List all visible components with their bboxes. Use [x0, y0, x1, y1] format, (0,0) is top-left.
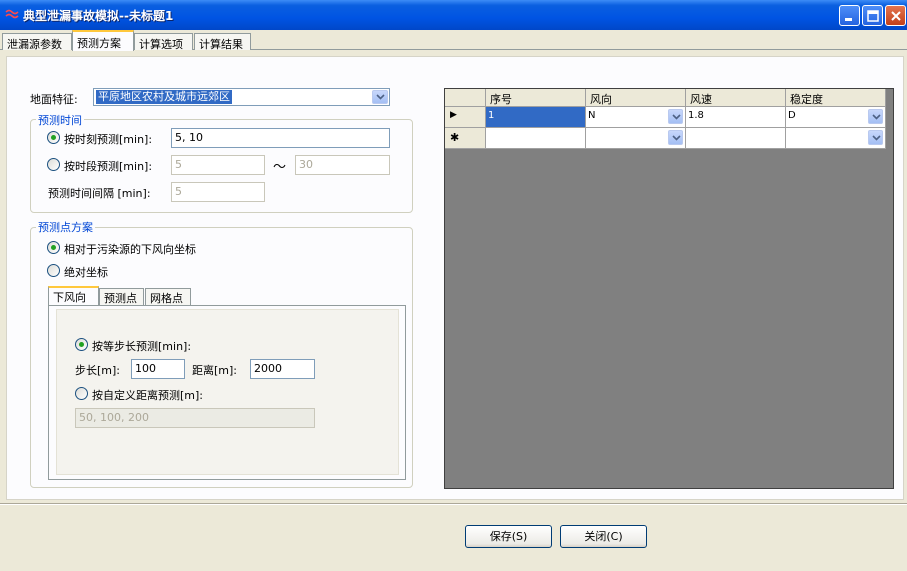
grid-cell-wind-speed[interactable]: 1.8 — [686, 107, 786, 128]
tab-prediction-plan[interactable]: 预测方案 — [72, 30, 134, 51]
title-bar[interactable]: 典型泄漏事故模拟--未标题1 — [0, 0, 907, 30]
row-header-current[interactable]: ▶ — [445, 107, 486, 128]
prediction-time-title: 预测时间 — [36, 112, 84, 128]
custom-distance-label: 按自定义距离预测[m]: — [92, 389, 204, 402]
grid-new-cell-index[interactable] — [486, 128, 586, 149]
custom-distance-input[interactable]: 50, 100, 200 — [75, 408, 315, 428]
main-tab-strip: 泄漏源参数 预测方案 计算选项 计算结果 — [0, 30, 907, 51]
subtab-downwind[interactable]: 下风向 — [48, 286, 99, 305]
grid-new-cell-wind-speed[interactable] — [686, 128, 786, 149]
chevron-down-icon[interactable] — [668, 109, 683, 124]
close-icon — [891, 11, 901, 21]
by-period-label: 按时段预测[min]: — [64, 160, 153, 173]
prediction-points-title: 预测点方案 — [36, 219, 95, 235]
minimize-button[interactable] — [839, 5, 860, 26]
radio-by-moment[interactable] — [47, 131, 60, 144]
surface-combo[interactable]: 平原地区农村及城市远郊区 — [93, 88, 390, 106]
grid-cell-wind-dir-value: N — [588, 110, 596, 121]
surface-combo-value: 平原地区农村及城市远郊区 — [96, 90, 232, 104]
period-from-input[interactable]: 5 — [171, 155, 265, 175]
current-row-icon: ▶ — [450, 110, 457, 120]
weather-grid[interactable]: 序号 风向 风速 稳定度 ▶ 1 N 1.8 D ✱ — [444, 88, 894, 489]
maximize-icon — [867, 10, 879, 22]
period-to-input[interactable]: 30 — [295, 155, 390, 175]
tab-leak-source[interactable]: 泄漏源参数 — [2, 33, 72, 51]
grid-corner-header — [445, 89, 486, 107]
relative-coords-label: 相对于污染源的下风向坐标 — [64, 243, 196, 256]
minimize-icon — [845, 18, 852, 21]
chevron-down-icon[interactable] — [868, 109, 883, 124]
chevron-down-icon[interactable] — [372, 90, 388, 104]
period-separator: ～ — [273, 160, 287, 175]
interval-label: 预测时间间隔 [min]: — [48, 187, 151, 200]
distance-input[interactable]: 2000 — [250, 359, 315, 379]
grid-new-cell-stability[interactable] — [786, 128, 886, 149]
new-row-icon: ✱ — [450, 131, 460, 144]
step-label: 步长[m]: — [75, 364, 121, 377]
radio-by-period[interactable] — [47, 158, 60, 171]
grid-header-wind-speed[interactable]: 风速 — [686, 89, 786, 107]
step-input[interactable]: 100 — [131, 359, 185, 379]
grid-header-wind-dir[interactable]: 风向 — [586, 89, 686, 107]
close-window-button[interactable] — [885, 5, 906, 26]
interval-input[interactable]: 5 — [171, 182, 265, 202]
grid-header-stability[interactable]: 稳定度 — [786, 89, 886, 107]
grid-cell-stability[interactable]: D — [786, 107, 886, 128]
radio-custom-distance[interactable] — [75, 387, 88, 400]
absolute-coords-label: 绝对坐标 — [64, 266, 108, 279]
row-header-new[interactable]: ✱ — [445, 128, 486, 149]
tab-calc-results[interactable]: 计算结果 — [194, 33, 251, 51]
grid-cell-index[interactable]: 1 — [486, 107, 586, 128]
radio-equal-step[interactable] — [75, 338, 88, 351]
window-title: 典型泄漏事故模拟--未标题1 — [23, 9, 174, 23]
distance-label: 距离[m]: — [192, 364, 238, 377]
equal-step-label: 按等步长预测[min]: — [92, 340, 192, 353]
chevron-down-icon[interactable] — [668, 130, 683, 145]
radio-relative-coords[interactable] — [47, 241, 60, 254]
chevron-down-icon[interactable] — [868, 130, 883, 145]
subtab-prediction-points[interactable]: 预测点 — [99, 288, 144, 305]
save-button[interactable]: 保存(S) — [465, 525, 552, 548]
subtab-grid-points[interactable]: 网格点 — [145, 288, 191, 305]
footer-divider — [0, 503, 907, 505]
app-icon — [5, 9, 19, 19]
maximize-button[interactable] — [862, 5, 883, 26]
grid-header-index[interactable]: 序号 — [486, 89, 586, 107]
close-button[interactable]: 关闭(C) — [560, 525, 647, 548]
grid-new-cell-wind-dir[interactable] — [586, 128, 686, 149]
grid-cell-stability-value: D — [788, 110, 796, 121]
radio-absolute-coords[interactable] — [47, 264, 60, 277]
by-moment-label: 按时刻预测[min]: — [64, 133, 153, 146]
surface-label: 地面特征: — [30, 93, 78, 106]
grid-cell-wind-dir[interactable]: N — [586, 107, 686, 128]
tab-calc-options[interactable]: 计算选项 — [134, 33, 193, 51]
moment-input[interactable]: 5, 10 — [171, 128, 390, 148]
main-window: 典型泄漏事故模拟--未标题1 泄漏源参数 预测方案 计算选项 计算结果 地面特征… — [0, 0, 907, 571]
